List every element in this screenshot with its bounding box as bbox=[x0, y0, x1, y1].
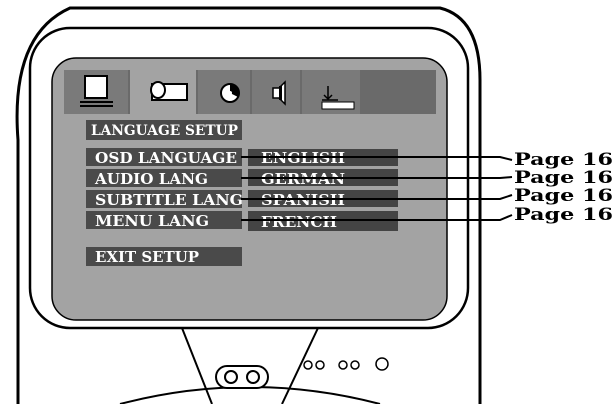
page-ref-audio-lang: Page 16 bbox=[514, 168, 613, 188]
page-ref-osd-language: Page 16 bbox=[514, 150, 613, 170]
section-title: LANGUAGE SETUP bbox=[91, 123, 238, 139]
exit-setup-label: EXIT SETUP bbox=[95, 248, 199, 266]
osd-tab-bar bbox=[64, 68, 436, 114]
page-ref-subtitle-lang: Page 16 bbox=[514, 186, 613, 206]
indicator-light bbox=[375, 357, 389, 371]
page-ref-menu-lang: Page 16 bbox=[514, 205, 613, 225]
exit-setup-button[interactable]: EXIT SETUP bbox=[86, 247, 242, 266]
row-label-menu-lang: MENU LANG bbox=[95, 212, 209, 230]
power-button[interactable] bbox=[215, 365, 269, 389]
row-label-osd-language: OSD LANGUAGE bbox=[95, 149, 237, 167]
control-button[interactable] bbox=[350, 360, 360, 370]
row-label-audio-lang: AUDIO LANG bbox=[94, 170, 208, 188]
row-value-menu-lang: FRENCH bbox=[261, 213, 337, 231]
control-button[interactable] bbox=[303, 360, 313, 370]
control-button[interactable] bbox=[315, 360, 325, 370]
row-label-subtitle-lang: SUBTITLE LANG bbox=[95, 191, 243, 209]
audio-disc-icon bbox=[220, 83, 240, 103]
language-speech-bubble-icon bbox=[150, 81, 188, 101]
control-button[interactable] bbox=[338, 360, 348, 370]
tv-illustration: LANGUAGE SETUP OSD LANGUAGE ENGLISH AUDI… bbox=[15, 6, 613, 404]
